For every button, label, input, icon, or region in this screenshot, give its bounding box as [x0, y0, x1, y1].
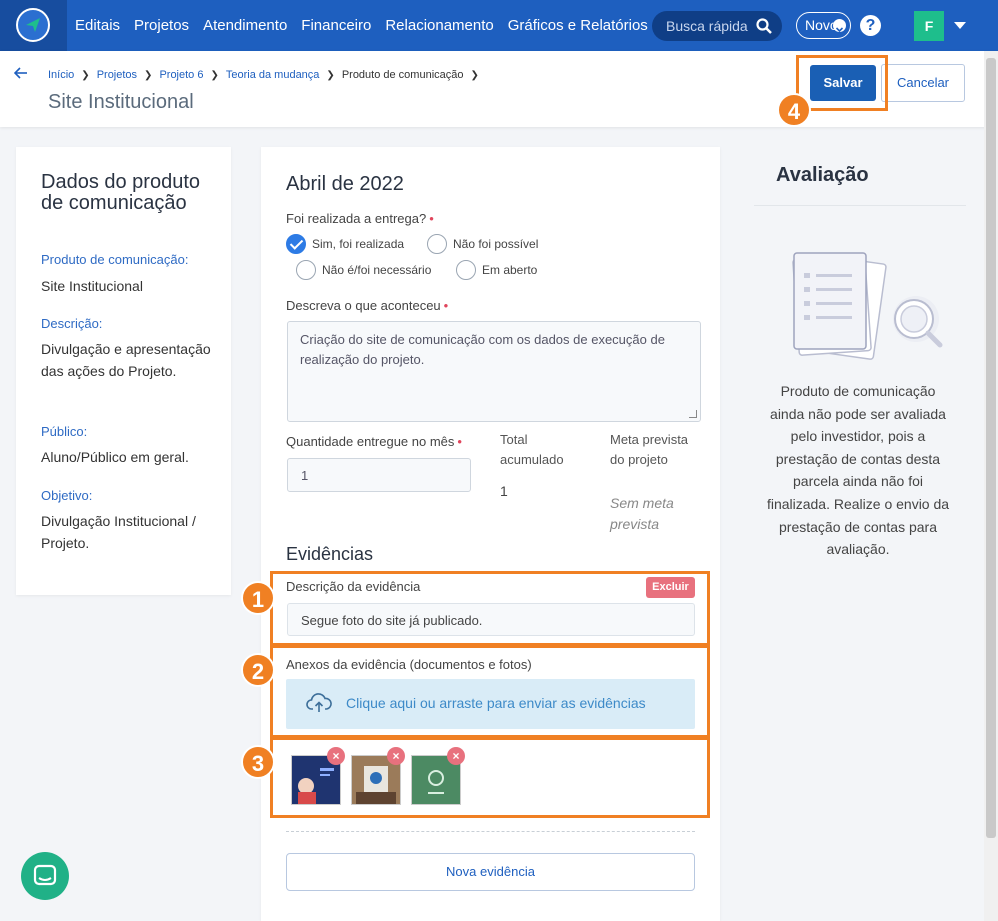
describe-value: Criação do site de comunicação com os da…: [300, 332, 665, 367]
scrollbar-thumb[interactable]: [986, 58, 996, 838]
qty-input[interactable]: 1: [287, 458, 471, 492]
meta-value: Sem meta prevista: [610, 495, 674, 532]
total-label: Total acumulado: [500, 432, 564, 467]
describe-label-text: Descreva o que aconteceu: [286, 298, 441, 313]
annotation-box-3: [270, 737, 710, 818]
nav-link-graficos[interactable]: Gráficos e Relatórios: [508, 17, 648, 34]
field-value: Divulgação Institucional / Projeto.: [41, 513, 196, 551]
describe-label: Descreva o que aconteceu •: [286, 298, 448, 313]
describe-textarea[interactable]: Criação do site de comunicação com os da…: [287, 321, 701, 422]
nav-link-projetos[interactable]: Projetos: [134, 17, 189, 34]
radio-em-aberto[interactable]: Em aberto: [456, 260, 537, 280]
delivery-question: Foi realizada a entrega? •: [286, 211, 434, 226]
chevron-right-icon: ❯: [210, 69, 219, 81]
radio-label: Não foi possível: [453, 237, 539, 251]
annotation-number-3: 3: [241, 745, 275, 779]
field-value: Site Institucional: [41, 278, 143, 294]
required-marker: •: [443, 298, 449, 313]
nav-link-financeiro[interactable]: Financeiro: [301, 17, 371, 34]
help-icon[interactable]: ?: [860, 15, 881, 36]
radio-icon[interactable]: [296, 260, 316, 280]
documents-illustration-icon: [772, 249, 952, 366]
radio-label: Sim, foi realizada: [312, 237, 405, 251]
annotation-number-1: 1: [241, 581, 275, 615]
search-icon[interactable]: [756, 18, 772, 34]
new-evidence-button[interactable]: Nova evidência: [286, 853, 695, 891]
chevron-right-icon: ❯: [81, 69, 90, 81]
annotation-number-4: 4: [777, 93, 811, 127]
resize-handle-icon[interactable]: [689, 410, 697, 418]
annotation-box-1: [270, 571, 710, 646]
radio-nao-necessario[interactable]: Não é/foi necessário: [296, 260, 431, 280]
chat-launcher-button[interactable]: [21, 852, 69, 900]
delivery-question-text: Foi realizada a entrega?: [286, 211, 427, 226]
annotation-box-4: [796, 55, 888, 111]
field-value: Aluno/Público em geral.: [41, 449, 189, 465]
search-placeholder: Busca rápida: [666, 18, 748, 34]
total-value: 1: [500, 483, 508, 499]
radio-checked-icon[interactable]: [286, 234, 306, 254]
divider: [754, 205, 966, 206]
radio-icon[interactable]: [456, 260, 476, 280]
annotation-number-2: 2: [241, 653, 275, 687]
chevron-down-icon: [833, 19, 846, 33]
field-label: Produto de comunicação:: [41, 252, 189, 267]
product-data-card: Dados do produto de comunicação Produto …: [16, 147, 231, 595]
breadcrumb-inicio[interactable]: Início: [48, 69, 74, 81]
required-marker: •: [429, 211, 434, 226]
chevron-right-icon: ❯: [470, 69, 479, 81]
chevron-right-icon: ❯: [326, 69, 335, 81]
breadcrumb-produto: Produto de comunicação: [341, 69, 464, 81]
evaluation-title: Avaliação: [776, 164, 869, 186]
field-value: Divulgação e apresentação das ações do P…: [41, 341, 211, 379]
logo-area[interactable]: [0, 0, 67, 51]
radio-sim[interactable]: Sim, foi realizada: [286, 234, 404, 254]
nav-link-editais[interactable]: Editais: [75, 17, 120, 34]
radio-nao-possivel[interactable]: Não foi possível: [427, 234, 538, 254]
radio-label: Em aberto: [482, 263, 538, 277]
chat-icon: [33, 864, 57, 886]
chevron-right-icon: ❯: [144, 69, 153, 81]
top-nav: Editais Projetos Atendimento Financeiro …: [0, 0, 998, 51]
qty-label: Quantidade entregue no mês •: [286, 434, 462, 449]
field-label: Descrição:: [41, 316, 103, 331]
nav-link-relacionamento[interactable]: Relacionamento: [385, 17, 493, 34]
breadcrumb-projeto-6[interactable]: Projeto 6: [159, 69, 203, 81]
page-title: Site Institucional: [48, 91, 194, 113]
field-label: Objetivo:: [41, 488, 93, 503]
caret-down-icon[interactable]: [954, 22, 966, 29]
app-logo-icon[interactable]: [16, 8, 50, 42]
breadcrumb-teoria[interactable]: Teoria da mudança: [226, 69, 320, 81]
evidencias-title: Evidências: [286, 544, 374, 564]
nav-link-atendimento[interactable]: Atendimento: [203, 17, 287, 34]
field-label: Público:: [41, 424, 88, 439]
required-marker: •: [457, 434, 462, 449]
divider: [286, 831, 695, 832]
search-input[interactable]: Busca rápida: [652, 11, 782, 41]
month-title: Abril de 2022: [286, 173, 404, 195]
avatar[interactable]: F: [914, 11, 944, 41]
nav-links: Editais Projetos Atendimento Financeiro …: [75, 0, 662, 51]
evaluation-message: Produto de comunicação ainda não pode se…: [766, 383, 950, 558]
card-heading: Dados do produto de comunicação: [41, 171, 201, 214]
breadcrumb: Início ❯ Projetos ❯ Projeto 6 ❯ Teoria da m…: [48, 69, 486, 81]
radio-icon[interactable]: [427, 234, 447, 254]
qty-label-text: Quantidade entregue no mês: [286, 434, 455, 449]
annotation-box-2: [270, 645, 710, 738]
radio-label: Não é/foi necessário: [322, 263, 432, 277]
breadcrumb-projetos[interactable]: Projetos: [97, 69, 137, 81]
meta-label: Meta prevista do projeto: [610, 432, 689, 467]
cancel-button[interactable]: Cancelar: [881, 64, 965, 102]
back-arrow-icon[interactable]: [13, 66, 28, 84]
novo-dropdown[interactable]: Novo: [796, 12, 851, 39]
